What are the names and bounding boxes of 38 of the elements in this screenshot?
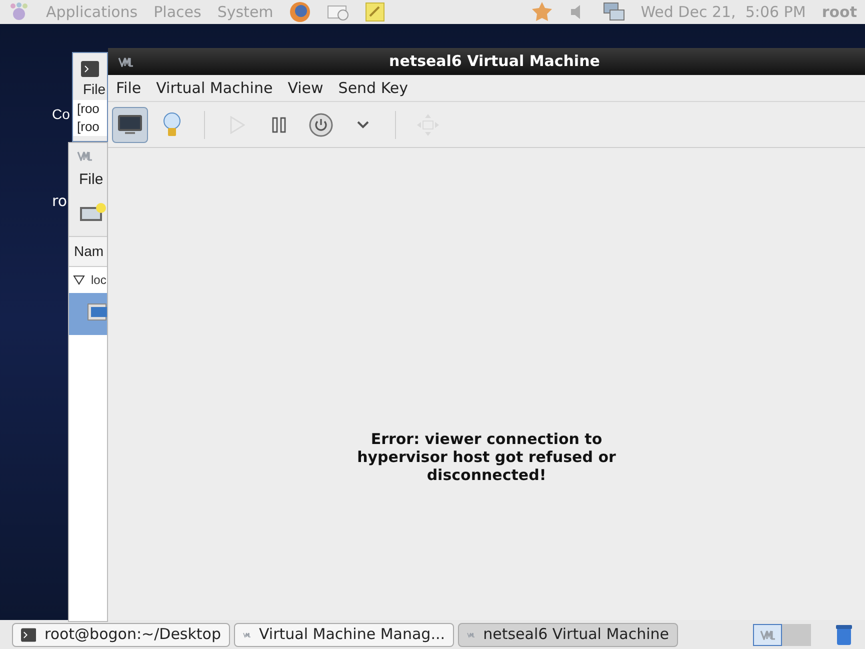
menu-item[interactable]: View	[288, 76, 324, 100]
trash-icon[interactable]	[835, 624, 853, 646]
monitor-icon	[117, 114, 143, 136]
terminal-line: [roo	[77, 118, 100, 136]
taskbar-button[interactable]: root@bogon:~/Desktop	[12, 622, 230, 646]
lightbulb-icon	[163, 112, 181, 138]
taskbar-button[interactable]: Virtual Machine Manag...	[234, 622, 454, 646]
tree-item[interactable]: loc	[91, 270, 106, 288]
column-header[interactable]: Nam	[69, 236, 107, 266]
menu-item[interactable]: Virtual Machine	[156, 76, 273, 100]
selected-row[interactable]	[69, 292, 107, 334]
vm-logo-icon	[118, 56, 134, 66]
error-message: Error: viewer connection to hypervisor host got refused or disconnected!	[356, 430, 617, 484]
terminal-line: [roo	[77, 100, 100, 118]
vm-logo-icon	[77, 151, 93, 161]
toolbar-button[interactable]	[112, 106, 148, 142]
terminal-icon	[81, 61, 99, 77]
terminal-icon	[21, 628, 36, 642]
pause-icon	[272, 116, 286, 132]
desktop-icon-label[interactable]: Co	[52, 104, 70, 125]
update-star-icon[interactable]	[530, 1, 553, 23]
mail-icon[interactable]	[327, 3, 350, 21]
notes-icon[interactable]	[365, 2, 386, 22]
menu-item[interactable]: Send Key	[338, 76, 408, 100]
chevron-down-icon	[357, 120, 369, 128]
power-icon	[309, 112, 333, 136]
taskbar-button[interactable]: netseal6 Virtual Machine	[458, 622, 678, 646]
workspace-tile[interactable]	[782, 624, 811, 646]
menu-item[interactable]: File	[83, 79, 106, 100]
desktop-icon-label[interactable]: ro	[52, 190, 68, 212]
network-icon[interactable]	[602, 2, 625, 22]
window-title: netseal6 Virtual Machine	[388, 51, 601, 72]
vm-logo-icon	[760, 630, 776, 640]
foot-logo-icon	[8, 2, 30, 22]
expanded-triangle-icon[interactable]	[73, 274, 85, 284]
workspace-tile[interactable]	[753, 624, 782, 646]
menu-item[interactable]: File	[116, 76, 142, 100]
menu-item[interactable]: File	[79, 169, 104, 192]
